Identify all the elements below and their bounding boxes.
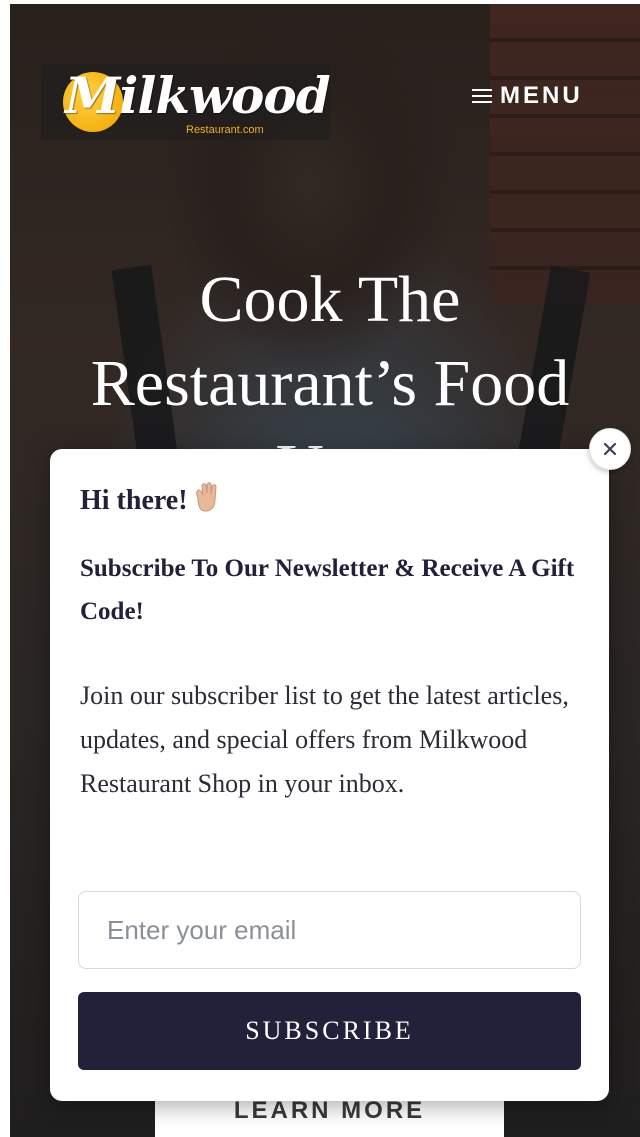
popup-headline: Subscribe To Our Newsletter & Receive A … (80, 555, 575, 625)
waving-hand-icon (192, 482, 220, 520)
popup-greeting: Hi there! (80, 482, 220, 520)
menu-button[interactable]: MENU (472, 82, 583, 110)
popup-body-text: Join our subscriber list to get the late… (80, 681, 569, 798)
subscribe-button[interactable]: SUBSCRIBE (78, 992, 581, 1070)
newsletter-popup: Hi there! Subscribe To Our Newsletter & … (50, 449, 609, 1101)
close-icon (603, 442, 617, 456)
hero-title-line-2: Restaurant’s Food (90, 347, 570, 420)
logo-subtext: Restaurant.com (186, 124, 264, 136)
popup-close-button[interactable] (589, 428, 631, 470)
logo-text: Milkwood (65, 66, 330, 125)
hamburger-icon (472, 89, 492, 103)
email-input[interactable] (78, 891, 581, 969)
hero-title-line-1: Cook The (199, 263, 461, 336)
popup-greeting-text: Hi there! (80, 485, 188, 516)
menu-label: MENU (500, 82, 583, 109)
page: Milkwood Restaurant.com MENU Cook The Re… (0, 0, 640, 1137)
site-logo[interactable]: Milkwood Restaurant.com (41, 64, 330, 140)
